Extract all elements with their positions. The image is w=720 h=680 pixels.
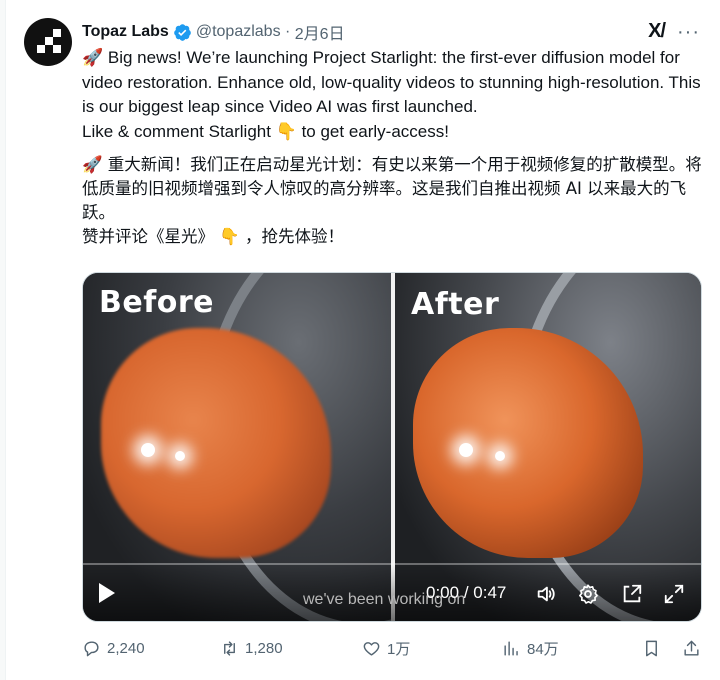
repost-icon bbox=[224, 640, 235, 656]
time-separator: / bbox=[459, 583, 474, 602]
bookmark-button[interactable] bbox=[642, 632, 661, 664]
views-count: 84万 bbox=[527, 640, 559, 658]
light-reflection bbox=[141, 443, 155, 457]
bookmark-icon bbox=[646, 640, 657, 656]
fullscreen-icon[interactable] bbox=[663, 583, 685, 605]
repost-button[interactable]: 1,280 bbox=[220, 632, 283, 664]
action-bar: 2,240 1,280 1万 84万 bbox=[82, 632, 702, 664]
time-total: 0:47 bbox=[473, 583, 507, 602]
more-options-icon[interactable]: ··· bbox=[677, 22, 700, 42]
header-separator: · bbox=[280, 23, 295, 40]
views-button[interactable]: 84万 bbox=[502, 632, 559, 664]
views-chart-icon bbox=[504, 640, 518, 656]
volume-icon[interactable] bbox=[535, 583, 557, 605]
video-time: 0:00 / 0:47 bbox=[426, 583, 506, 603]
tweet-date[interactable]: 2月6日 bbox=[295, 20, 345, 44]
author-name[interactable]: Topaz Labs bbox=[82, 23, 169, 41]
reply-button[interactable]: 2,240 bbox=[82, 632, 145, 664]
heart-icon bbox=[363, 641, 380, 656]
before-label: Before bbox=[99, 285, 215, 320]
avatar[interactable] bbox=[24, 18, 72, 66]
like-count: 1万 bbox=[387, 640, 411, 658]
light-reflection bbox=[495, 451, 505, 461]
video-controls: we've been working on 0:00 / 0:47 bbox=[83, 565, 701, 621]
grok-icon[interactable]: X/ bbox=[648, 20, 666, 43]
light-reflection bbox=[175, 451, 185, 461]
share-button[interactable] bbox=[682, 632, 701, 664]
text-paragraph-zh-1: 🚀 重大新闻！我们正在启动星光计划：有史以来第一个用于视频修复的扩散模型。将低质… bbox=[82, 155, 702, 222]
text-paragraph-en-2: Like & comment Starlight 👇 to get early-… bbox=[82, 121, 449, 141]
text-paragraph-zh-2: 赞并评论《星光》 👇 ，抢先体验！ bbox=[82, 227, 345, 246]
author-handle[interactable]: @topazlabs bbox=[196, 23, 281, 41]
repost-count: 1,280 bbox=[245, 639, 283, 657]
video-player[interactable]: Before After we've been working on 0:00 … bbox=[82, 272, 702, 622]
like-button[interactable]: 1万 bbox=[362, 632, 410, 664]
thread-rail bbox=[0, 0, 6, 680]
reply-count: 2,240 bbox=[107, 639, 145, 657]
tweet-text: 🚀 Big news! We’re launching Project Star… bbox=[82, 46, 702, 258]
light-reflection bbox=[459, 443, 473, 457]
tweet-header: Topaz Labs @topazlabs · 2月6日 X/ ··· bbox=[82, 20, 700, 44]
reply-icon bbox=[84, 640, 99, 656]
settings-gear-icon[interactable] bbox=[577, 583, 599, 605]
share-icon bbox=[684, 640, 699, 656]
verified-badge-icon bbox=[174, 23, 191, 41]
text-paragraph-en-1: 🚀 Big news! We’re launching Project Star… bbox=[82, 48, 701, 116]
time-current: 0:00 bbox=[426, 583, 460, 602]
picture-in-picture-icon[interactable] bbox=[621, 583, 643, 605]
after-label: After bbox=[411, 287, 500, 322]
play-icon[interactable] bbox=[99, 583, 115, 603]
